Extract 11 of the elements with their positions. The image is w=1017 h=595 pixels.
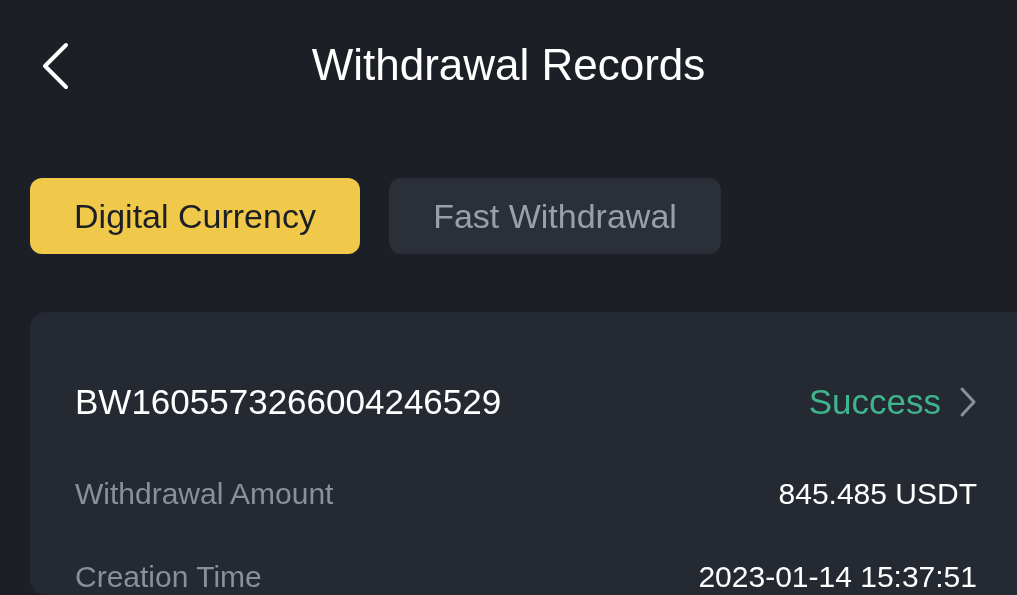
field-value: 2023-01-14 15:37:51: [698, 558, 977, 595]
field-label: Creation Time: [75, 558, 262, 595]
tab[interactable]: Digital Currency: [30, 178, 360, 254]
field-value: 845.485 USDT: [778, 475, 977, 512]
record-id: BW1605573266004246529: [75, 381, 502, 423]
chevron-right-icon: [959, 386, 977, 419]
field-label: Withdrawal Amount: [75, 475, 334, 512]
status-link[interactable]: Success: [808, 376, 977, 429]
tab[interactable]: Fast Withdrawal: [389, 178, 721, 254]
back-icon[interactable]: [40, 42, 70, 90]
page-title: Withdrawal Records: [311, 39, 706, 91]
